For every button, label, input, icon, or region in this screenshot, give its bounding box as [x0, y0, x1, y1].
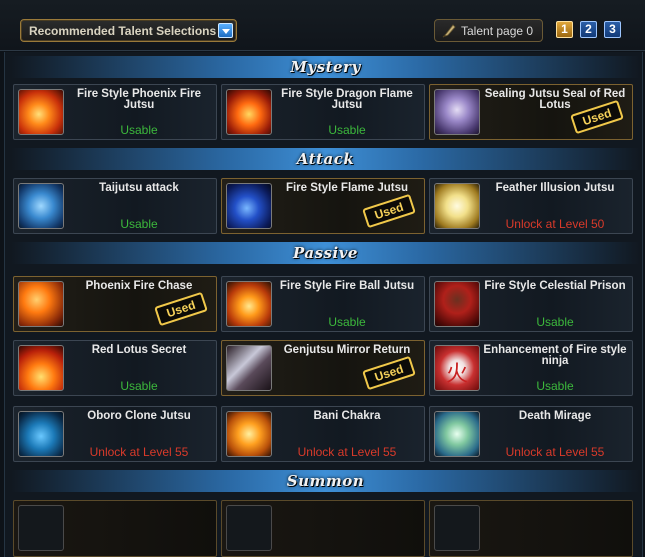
mirage-icon: [434, 411, 480, 457]
talent-name: Taijutsu attack: [99, 182, 179, 194]
recommended-selections-label: Recommended Talent Selections: [29, 24, 217, 38]
talent-status: Unlock at Level 55: [505, 445, 605, 459]
talent-name: Oboro Clone Jutsu: [87, 410, 191, 422]
talent-name: Feather Illusion Jutsu: [495, 182, 615, 194]
talent-panel: Mystery Fire Style Phoenix Fire Jutsu Us…: [4, 52, 643, 557]
talent-name: Fire Style Celestial Prison: [484, 280, 626, 292]
used-stamp: Used: [362, 193, 416, 229]
talent-name: Fire Style Fire Ball Jutsu: [279, 280, 415, 292]
chevron-down-icon[interactable]: [218, 23, 233, 38]
talent-card[interactable]: Fire Style Phoenix Fire Jutsu Usable: [13, 84, 217, 140]
section-title-mystery: Mystery: [290, 58, 361, 76]
summon-slot[interactable]: [429, 500, 633, 557]
clone-icon: [18, 411, 64, 457]
talent-card[interactable]: Red Lotus Secret Usable: [13, 340, 217, 396]
talent-name: Red Lotus Secret: [91, 344, 187, 356]
talent-card[interactable]: Fire Style Fire Ball Jutsu Usable: [221, 276, 425, 332]
talent-card[interactable]: Fire Style Dragon Flame Jutsu Usable: [221, 84, 425, 140]
red-lotus-icon: [18, 345, 64, 391]
recommended-selections-dropdown[interactable]: Recommended Talent Selections: [20, 19, 237, 42]
used-stamp: Used: [154, 291, 208, 327]
talent-status: Unlock at Level 50: [505, 217, 605, 231]
talent-name: Genjutsu Mirror Return: [283, 344, 411, 356]
talent-status: Usable: [120, 123, 158, 137]
feather-icon: [434, 183, 480, 229]
talent-card[interactable]: Feather Illusion Jutsu Unlock at Level 5…: [429, 178, 633, 234]
section-header-attack: Attack: [11, 148, 640, 170]
talent-card[interactable]: Oboro Clone Jutsu Unlock at Level 55: [13, 406, 217, 462]
talent-card[interactable]: 火 Enhancement of Fire style ninja Usable: [429, 340, 633, 396]
section-header-summon: Summon: [11, 470, 640, 492]
talent-name: Phoenix Fire Chase: [85, 280, 193, 292]
talent-card[interactable]: Fire Style Celestial Prison Usable: [429, 276, 633, 332]
section-header-mystery: Mystery: [11, 56, 640, 78]
talent-name: Death Mirage: [518, 410, 592, 422]
talent-status: Usable: [536, 315, 574, 329]
mirror-icon: [226, 345, 272, 391]
section-title-summon: Summon: [286, 472, 365, 490]
fist-icon: [18, 183, 64, 229]
empty-slot-icon: [434, 505, 480, 551]
brush-icon: [442, 24, 456, 38]
used-stamp: Used: [362, 355, 416, 391]
summon-slot[interactable]: [221, 500, 425, 557]
empty-slot-icon: [226, 505, 272, 551]
talent-name: Fire Style Dragon Flame Jutsu: [281, 88, 413, 111]
summon-slot[interactable]: [13, 500, 217, 557]
dragon-flame-icon: [226, 89, 272, 135]
talent-card[interactable]: Fire Style Flame Jutsu Used: [221, 178, 425, 234]
section-title-passive: Passive: [293, 244, 358, 262]
talent-status: Usable: [120, 217, 158, 231]
talent-card[interactable]: Sealing Jutsu Seal of Red Lotus Used: [429, 84, 633, 140]
fireball-icon: [226, 281, 272, 327]
talent-status: Usable: [120, 379, 158, 393]
section-header-passive: Passive: [11, 242, 640, 264]
celestial-prison-icon: [434, 281, 480, 327]
page-2-button[interactable]: 2: [580, 21, 597, 38]
talent-card[interactable]: Phoenix Fire Chase Used: [13, 276, 217, 332]
talent-card[interactable]: Bani Chakra Unlock at Level 55: [221, 406, 425, 462]
talent-page-label: Talent page 0: [461, 24, 534, 38]
talent-name: Fire Style Phoenix Fire Jutsu: [77, 88, 201, 111]
blue-flame-icon: [226, 183, 272, 229]
talent-status: Usable: [536, 379, 574, 393]
phoenix-fire-icon: [18, 89, 64, 135]
talent-status: Unlock at Level 55: [297, 445, 397, 459]
talent-page-button[interactable]: Talent page 0: [434, 19, 543, 42]
talent-card[interactable]: Death Mirage Unlock at Level 55: [429, 406, 633, 462]
talent-status: Unlock at Level 55: [89, 445, 189, 459]
talent-name: Fire Style Flame Jutsu: [285, 182, 409, 194]
chakra-icon: [226, 411, 272, 457]
page-1-button[interactable]: 1: [556, 21, 573, 38]
section-title-attack: Attack: [296, 150, 355, 168]
talent-status: Usable: [328, 315, 366, 329]
page-3-button[interactable]: 3: [604, 21, 621, 38]
phoenix-chase-icon: [18, 281, 64, 327]
talent-card[interactable]: Taijutsu attack Usable: [13, 178, 217, 234]
top-bar: Recommended Talent Selections Talent pag…: [0, 0, 645, 51]
fire-kanji-icon: 火: [434, 345, 480, 391]
talent-status: Usable: [328, 123, 366, 137]
talent-name: Enhancement of Fire style ninja: [483, 344, 627, 367]
talent-card[interactable]: Genjutsu Mirror Return Used: [221, 340, 425, 396]
seal-icon: [434, 89, 480, 135]
empty-slot-icon: [18, 505, 64, 551]
talent-name: Bani Chakra: [313, 410, 381, 422]
